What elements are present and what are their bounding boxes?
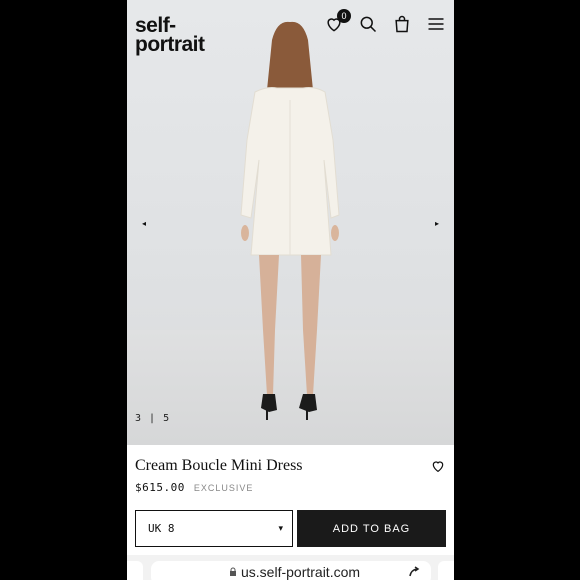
phone-screen: self- portrait 0 ◂ ▸ 3 | 5 Cream Boucle …	[127, 0, 454, 580]
product-photo	[240, 21, 340, 420]
url-text: us.self-portrait.com	[241, 564, 361, 580]
price-row: $615.00 EXCLUSIVE	[135, 481, 253, 494]
size-select[interactable]: UK 8 ▾	[135, 510, 293, 547]
cart-count-badge: 0	[337, 9, 351, 23]
image-counter: 3 | 5	[135, 413, 171, 424]
bag-icon	[395, 15, 409, 33]
bag-button[interactable]	[392, 14, 412, 34]
product-price: $615.00	[135, 481, 185, 494]
url-field[interactable]: us.self-portrait.com	[151, 561, 431, 580]
lock-icon	[230, 567, 236, 576]
header-icons: 0	[324, 9, 446, 34]
next-tab-edge[interactable]	[438, 561, 454, 580]
brand-logo[interactable]: self- portrait	[135, 15, 205, 55]
size-selected-value: UK 8	[148, 522, 175, 535]
menu-button[interactable]	[426, 14, 446, 34]
prev-tab-edge[interactable]	[127, 561, 143, 580]
search-button[interactable]	[358, 14, 378, 34]
product-name: Cream Boucle Mini Dress	[135, 457, 303, 474]
share-icon[interactable]	[407, 565, 421, 579]
prev-image-arrow[interactable]: ◂	[139, 218, 149, 228]
next-image-arrow[interactable]: ▸	[432, 218, 442, 228]
wishlist-heart-icon[interactable]	[430, 458, 446, 474]
product-info: Cream Boucle Mini Dress $615.00 EXCLUSIV…	[127, 445, 454, 580]
add-to-bag-button[interactable]: ADD TO BAG	[297, 510, 446, 547]
chevron-down-icon: ▾	[278, 523, 283, 533]
product-image-gallery[interactable]: self- portrait 0 ◂ ▸ 3 | 5	[127, 0, 454, 445]
browser-address-bar: us.self-portrait.com	[127, 555, 454, 580]
exclusive-tag: EXCLUSIVE	[193, 483, 254, 493]
wishlist-button[interactable]: 0	[324, 9, 351, 34]
hamburger-icon	[428, 18, 444, 30]
search-icon	[360, 16, 377, 33]
